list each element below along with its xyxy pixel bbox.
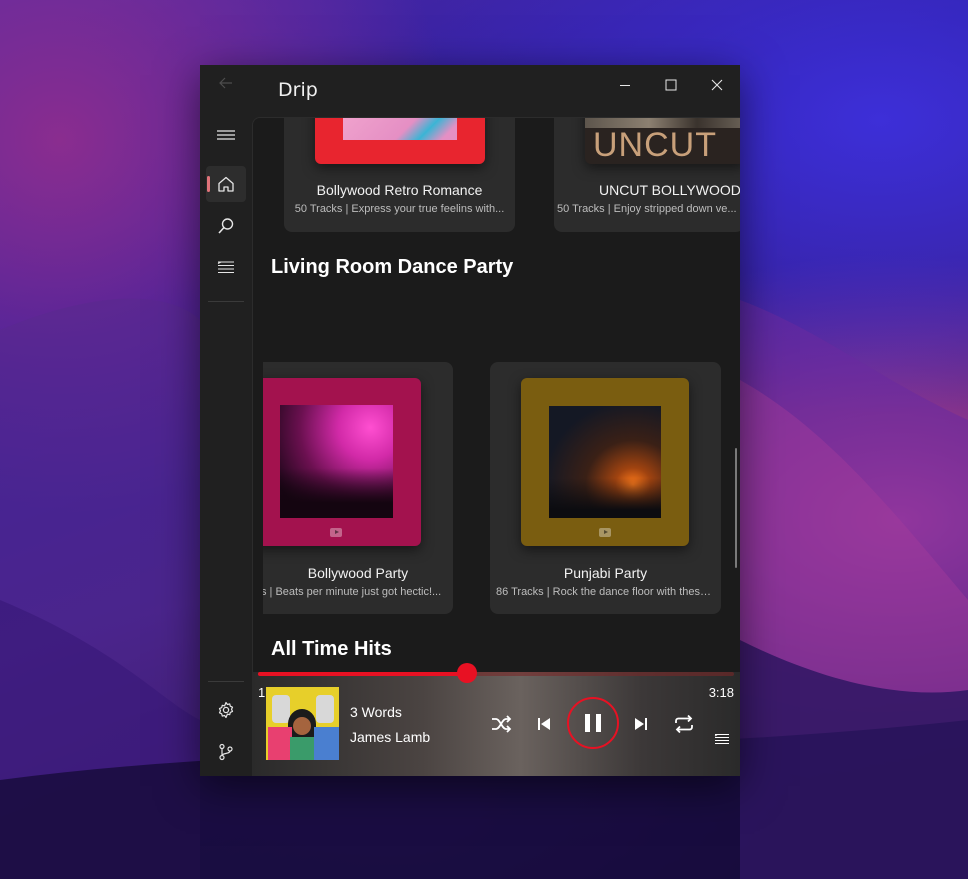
playlist-card[interactable]: Punjabi Party 86 Tracks | Rock the dance…	[490, 362, 721, 614]
playlist-art	[263, 378, 421, 546]
git-branch-icon	[219, 743, 233, 761]
shuffle-button[interactable]	[488, 710, 516, 738]
maximize-icon	[665, 79, 677, 91]
pause-icon	[585, 714, 601, 732]
playlist-card[interactable]: UNCUT UNCUT BOLLYWOOD 50 Tracks | Enjoy …	[554, 118, 740, 232]
playlist-subtitle: 86 Tracks | Rock the dance floor with th…	[496, 586, 716, 598]
playlist-title: Punjabi Party	[563, 565, 648, 581]
track-title[interactable]: 3 Words	[350, 704, 402, 720]
nav-rail	[200, 65, 252, 776]
title-bar: Drip	[252, 65, 740, 117]
shuffle-icon	[492, 715, 512, 733]
playlist-art	[315, 118, 485, 164]
seek-thumb[interactable]	[457, 663, 477, 683]
repeat-button[interactable]	[670, 710, 698, 738]
queue-icon	[714, 734, 729, 744]
nav-item-home[interactable]	[206, 166, 246, 202]
repeat-icon	[675, 714, 693, 734]
duration: 3:18	[708, 685, 734, 700]
playlist-card[interactable]: Bollywood Party s | Beats per minute jus…	[263, 362, 453, 614]
hamburger-icon	[217, 130, 235, 140]
minimize-icon	[620, 85, 630, 86]
gear-icon	[218, 701, 234, 719]
scrollbar[interactable]	[735, 448, 737, 568]
nav-item-search[interactable]	[206, 208, 246, 244]
youtube-icon	[599, 528, 611, 537]
playlist-card[interactable]: Bollywood Retro Romance 50 Tracks | Expr…	[284, 118, 515, 232]
next-button[interactable]	[629, 712, 653, 736]
settings-button[interactable]	[206, 692, 246, 728]
nav-divider	[208, 301, 244, 302]
back-arrow-icon	[219, 77, 232, 89]
maximize-button[interactable]	[648, 65, 694, 105]
search-icon	[218, 218, 234, 234]
active-indicator	[207, 176, 210, 192]
playlist-title: UNCUT BOLLYWOOD	[599, 182, 740, 198]
previous-button[interactable]	[532, 712, 556, 736]
play-pause-button[interactable]	[567, 697, 619, 749]
section-title: All Time Hits	[271, 638, 392, 660]
playlist-subtitle: 50 Tracks | Express your true feelins wi…	[294, 203, 505, 215]
playlist-subtitle: 50 Tracks | Enjoy stripped down ve...	[557, 203, 737, 215]
app-title: Drip	[278, 79, 318, 101]
playlist-subtitle: s | Beats per minute just got hectic!...	[263, 586, 442, 598]
album-art[interactable]	[266, 687, 339, 760]
minimize-button[interactable]	[602, 65, 648, 105]
app-window: Drip Bollywood Retro Romance 50 Tracks |…	[200, 65, 740, 776]
playlist-art	[521, 378, 689, 546]
previous-icon	[538, 718, 550, 730]
nav-divider	[208, 681, 244, 682]
close-icon	[711, 79, 723, 91]
playlist-art: UNCUT	[585, 118, 740, 164]
now-playing-bar: 1:27 3:18 3 Words James Lamb	[252, 663, 740, 776]
section-title: Living Room Dance Party	[271, 256, 514, 278]
seek-progress	[258, 672, 467, 676]
source-control-button[interactable]	[206, 734, 246, 770]
playlist-title: Bollywood Retro Romance	[316, 182, 483, 198]
playlist-title: Bollywood Party	[307, 565, 409, 581]
menu-button[interactable]	[206, 117, 246, 153]
playlist-icon	[217, 261, 234, 274]
nav-item-library[interactable]	[206, 250, 246, 286]
youtube-icon	[330, 528, 342, 537]
track-artist[interactable]: James Lamb	[350, 729, 430, 745]
close-button[interactable]	[694, 65, 740, 105]
home-icon	[218, 176, 234, 192]
back-button[interactable]	[208, 69, 244, 97]
queue-button[interactable]	[712, 730, 732, 748]
home-content: Bollywood Retro Romance 50 Tracks | Expr…	[252, 117, 740, 672]
art-text: UNCUT	[593, 126, 717, 164]
next-icon	[635, 718, 647, 730]
